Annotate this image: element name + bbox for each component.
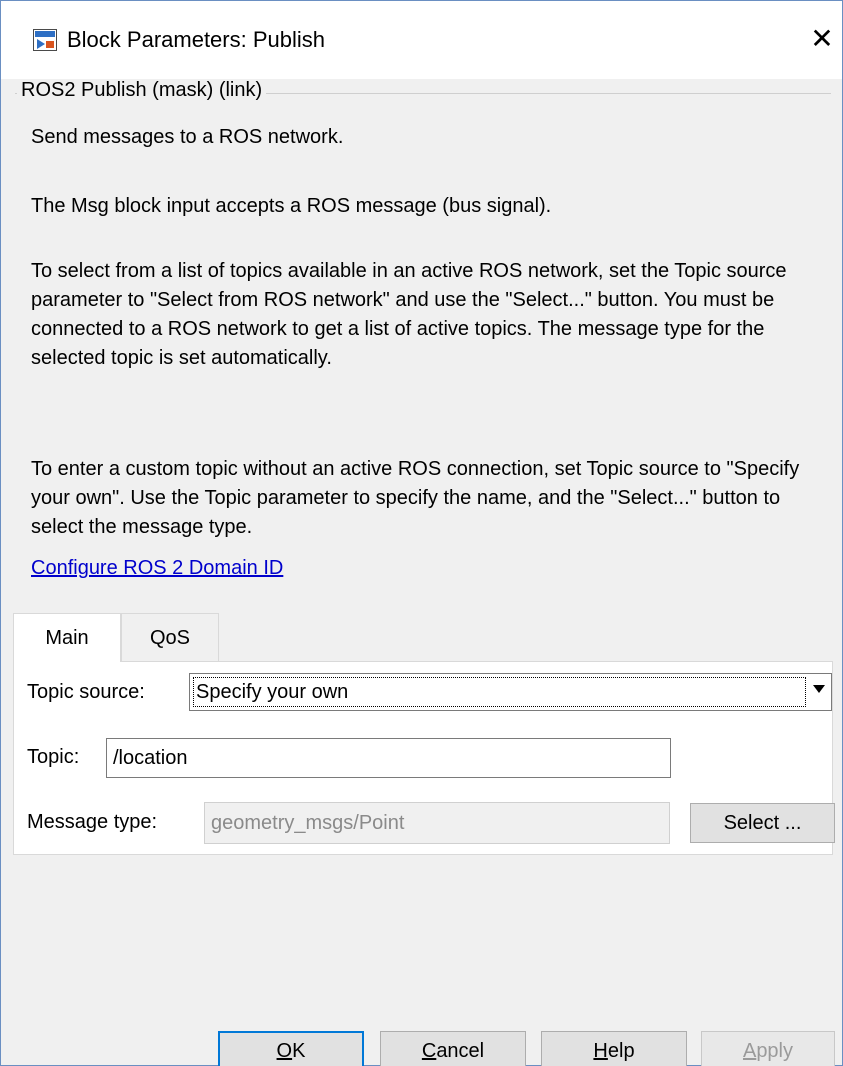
- cancel-mnemonic: C: [421, 1040, 437, 1062]
- description-paragraph: Send messages to a ROS network.: [31, 126, 344, 148]
- topic-source-dropdown[interactable]: Specify your own: [189, 673, 832, 711]
- topic-source-value: Specify your own: [193, 677, 806, 707]
- window-title: Block Parameters: Publish: [67, 27, 325, 52]
- message-type-input: [204, 802, 670, 844]
- close-icon[interactable]: ✕: [807, 23, 837, 55]
- ok-mnemonic: O: [276, 1040, 293, 1062]
- description-paragraph: The Msg block input accepts a ROS messag…: [31, 195, 552, 217]
- tab-qos[interactable]: QoS: [121, 613, 219, 661]
- apply-button: Apply: [701, 1031, 835, 1066]
- mask-group-legend: ROS2 Publish (mask) (link): [17, 79, 267, 102]
- description-paragraph: To enter a custom topic without an activ…: [31, 458, 800, 538]
- tab-main[interactable]: Main: [13, 613, 121, 662]
- topic-source-label: Topic source:: [27, 681, 145, 703]
- description-paragraph: To select from a list of topics availabl…: [31, 260, 787, 369]
- help-label-rest: elp: [607, 1040, 635, 1062]
- cancel-button[interactable]: Cancel: [380, 1031, 526, 1066]
- configure-domain-id-link[interactable]: Configure ROS 2 Domain ID: [31, 557, 283, 580]
- chevron-down-icon: [813, 685, 825, 693]
- ok-label-rest: K: [292, 1040, 306, 1062]
- message-type-label: Message type:: [27, 811, 158, 833]
- select-message-type-button[interactable]: Select ...: [690, 803, 835, 843]
- apply-label-rest: pply: [756, 1040, 794, 1062]
- topic-input[interactable]: [106, 738, 671, 778]
- cancel-label-rest: ancel: [436, 1040, 485, 1062]
- simulink-block-icon: [33, 29, 57, 51]
- ok-button[interactable]: OK: [218, 1031, 364, 1066]
- help-mnemonic: H: [593, 1040, 608, 1062]
- tab-strip: Main QoS: [13, 613, 833, 662]
- topic-label: Topic:: [27, 746, 80, 768]
- title-bar: Block Parameters: Publish ✕: [1, 1, 842, 79]
- help-button[interactable]: Help: [541, 1031, 687, 1066]
- block-parameters-dialog: Block Parameters: Publish ✕ ROS2 Publish…: [0, 0, 843, 1066]
- apply-mnemonic: A: [742, 1040, 757, 1062]
